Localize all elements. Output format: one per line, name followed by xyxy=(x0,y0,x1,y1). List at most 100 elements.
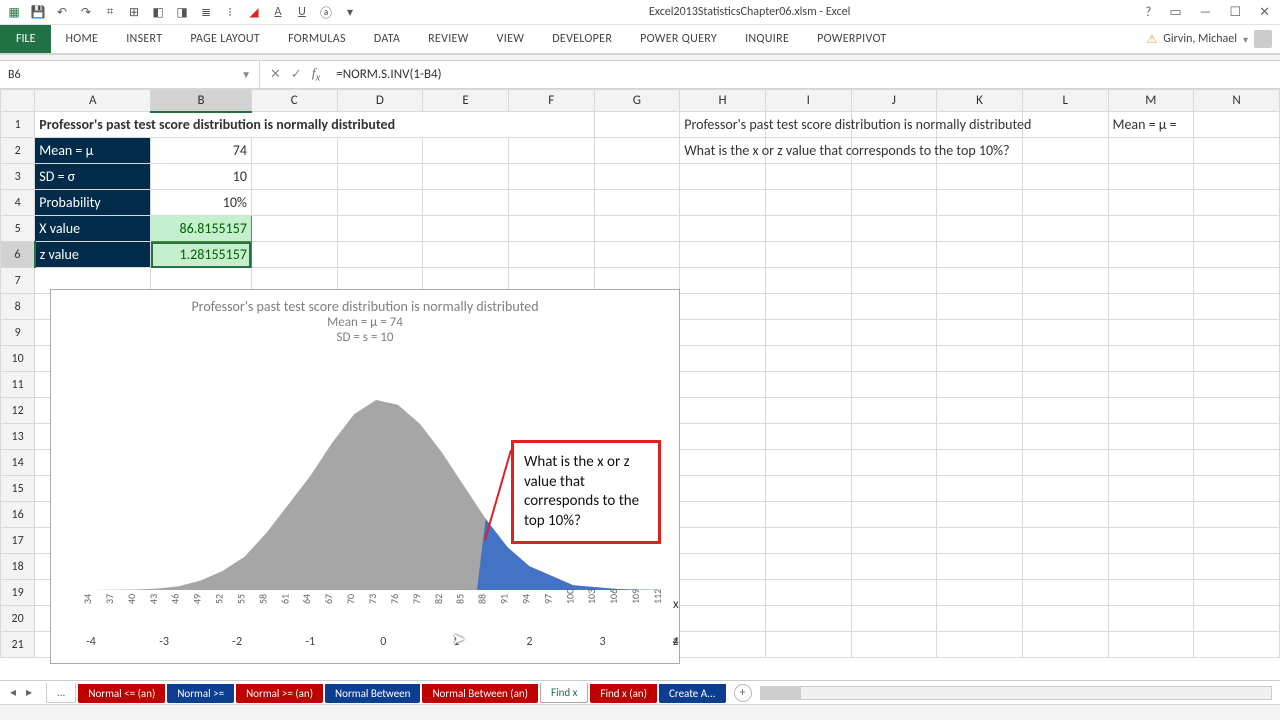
file-tab[interactable]: FILE xyxy=(0,25,51,53)
cell[interactable]: z value xyxy=(35,242,151,268)
cell[interactable] xyxy=(423,242,509,268)
col-N[interactable]: N xyxy=(1194,90,1280,112)
row-3[interactable]: 3 xyxy=(1,164,35,190)
worksheet-grid[interactable]: A B C D E F G H I J K L M N 1Professor's… xyxy=(0,89,1280,679)
cell[interactable] xyxy=(1194,528,1280,554)
tab-formulas[interactable]: FORMULAS xyxy=(274,25,360,53)
cell[interactable] xyxy=(765,268,851,294)
cell[interactable] xyxy=(937,632,1023,658)
cell[interactable] xyxy=(1108,554,1194,580)
tab-home[interactable]: HOME xyxy=(51,25,112,53)
cell[interactable] xyxy=(765,398,851,424)
cell[interactable] xyxy=(1022,632,1108,658)
cell[interactable]: Mean = μ = xyxy=(1108,112,1194,138)
cell[interactable] xyxy=(765,372,851,398)
cell[interactable] xyxy=(1022,216,1108,242)
cell[interactable] xyxy=(251,242,337,268)
underline-icon[interactable]: U xyxy=(294,4,310,20)
cell[interactable] xyxy=(765,190,851,216)
cell[interactable] xyxy=(594,164,680,190)
row-14[interactable]: 14 xyxy=(1,450,35,476)
cell[interactable] xyxy=(1108,450,1194,476)
cell[interactable] xyxy=(937,580,1023,606)
cell[interactable] xyxy=(1108,164,1194,190)
row-5[interactable]: 5 xyxy=(1,216,35,242)
cell[interactable] xyxy=(1194,424,1280,450)
row-17[interactable]: 17 xyxy=(1,528,35,554)
qat-icon[interactable]: ⌗ xyxy=(102,4,118,20)
cell[interactable] xyxy=(1194,580,1280,606)
cell[interactable] xyxy=(937,190,1023,216)
cell[interactable] xyxy=(423,164,509,190)
fx-icon[interactable]: fx xyxy=(312,65,320,84)
cell[interactable] xyxy=(937,268,1023,294)
qat-more-icon[interactable]: ▾ xyxy=(342,4,358,20)
cell[interactable] xyxy=(1108,320,1194,346)
cell[interactable]: Probability xyxy=(35,190,151,216)
cell[interactable] xyxy=(851,346,937,372)
cell[interactable] xyxy=(1194,242,1280,268)
cell[interactable] xyxy=(1194,398,1280,424)
col-J[interactable]: J xyxy=(851,90,937,112)
cell[interactable]: 10% xyxy=(151,190,252,216)
cell[interactable] xyxy=(680,242,766,268)
cell[interactable] xyxy=(1194,294,1280,320)
row-21[interactable]: 21 xyxy=(1,632,35,658)
cell[interactable] xyxy=(1022,294,1108,320)
cell[interactable] xyxy=(1022,372,1108,398)
qat-icon[interactable]: ◨ xyxy=(174,4,190,20)
sheet-tab[interactable]: ... xyxy=(46,683,76,703)
cell[interactable] xyxy=(1022,138,1108,164)
row-8[interactable]: 8 xyxy=(1,294,35,320)
cell[interactable] xyxy=(851,398,937,424)
cell[interactable] xyxy=(1022,398,1108,424)
cell[interactable] xyxy=(680,216,766,242)
column-headers[interactable]: A B C D E F G H I J K L M N xyxy=(1,90,1280,112)
qat-icon[interactable]: ⊞ xyxy=(126,4,142,20)
cell[interactable] xyxy=(680,528,766,554)
cell[interactable] xyxy=(1194,268,1280,294)
cell[interactable] xyxy=(765,164,851,190)
cell[interactable] xyxy=(337,242,423,268)
cell[interactable] xyxy=(680,424,766,450)
cell[interactable] xyxy=(937,476,1023,502)
sheet-tab[interactable]: Find x xyxy=(540,683,588,703)
cell[interactable] xyxy=(851,580,937,606)
cell[interactable] xyxy=(251,164,337,190)
tab-inquire[interactable]: INQUIRE xyxy=(731,25,803,53)
sheet-nav[interactable]: ◂ ▸ xyxy=(0,685,42,700)
cell[interactable]: Professor's past test score distribution… xyxy=(35,112,594,138)
row-9[interactable]: 9 xyxy=(1,320,35,346)
cell[interactable] xyxy=(1108,346,1194,372)
cell[interactable] xyxy=(508,164,594,190)
cell[interactable] xyxy=(680,580,766,606)
cell[interactable] xyxy=(508,216,594,242)
cell[interactable] xyxy=(1108,528,1194,554)
cell[interactable] xyxy=(1108,216,1194,242)
cell[interactable] xyxy=(1108,502,1194,528)
cell[interactable] xyxy=(594,138,680,164)
cell[interactable] xyxy=(680,268,766,294)
qat-icon[interactable]: ⓐ xyxy=(318,4,334,20)
cell[interactable]: 74 xyxy=(151,138,252,164)
col-G[interactable]: G xyxy=(594,90,680,112)
cell[interactable] xyxy=(765,606,851,632)
cell[interactable] xyxy=(594,216,680,242)
tab-page-layout[interactable]: PAGE LAYOUT xyxy=(176,25,274,53)
close-icon[interactable]: ✕ xyxy=(1259,5,1270,20)
cell[interactable] xyxy=(1022,450,1108,476)
cell[interactable] xyxy=(1194,606,1280,632)
cell[interactable] xyxy=(937,606,1023,632)
cell[interactable] xyxy=(1108,294,1194,320)
cell[interactable] xyxy=(1194,372,1280,398)
cell[interactable] xyxy=(1194,476,1280,502)
sheet-tab[interactable]: Normal >= (an) xyxy=(236,684,323,703)
col-H[interactable]: H xyxy=(680,90,766,112)
cell[interactable] xyxy=(1194,632,1280,658)
row-20[interactable]: 20 xyxy=(1,606,35,632)
horizontal-scrollbar[interactable] xyxy=(760,686,1272,700)
cell[interactable] xyxy=(765,476,851,502)
cell[interactable] xyxy=(1194,450,1280,476)
cell[interactable]: Mean = μ xyxy=(35,138,151,164)
minimize-icon[interactable]: — xyxy=(1200,5,1212,20)
